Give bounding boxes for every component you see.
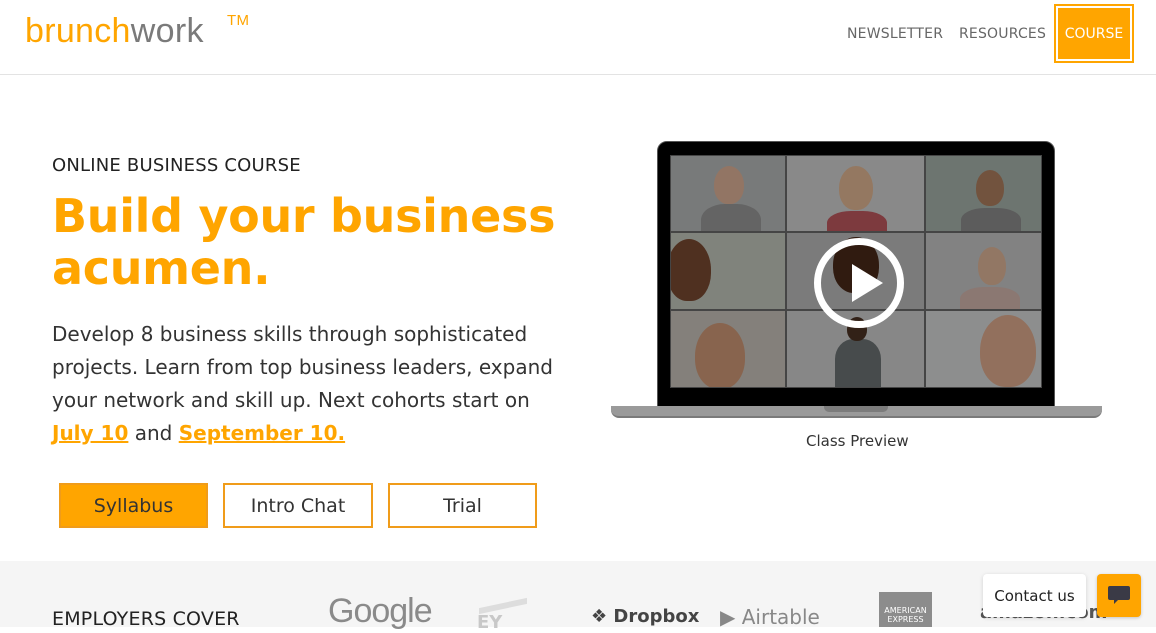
hero-headline: Build your business acumen. [52, 189, 556, 295]
chat-icon [1108, 586, 1130, 600]
logo-text-work: work [130, 12, 204, 50]
site-header: brunchwork TM NEWSLETTER RESOURCES COURS… [0, 0, 1156, 75]
intro-chat-button[interactable]: Intro Chat [223, 483, 373, 528]
ey-logo: EY [477, 597, 552, 633]
contact-us-bubble[interactable]: Contact us [983, 574, 1086, 617]
brand-logo[interactable]: brunchwork TM [25, 12, 249, 51]
trial-button[interactable]: Trial [388, 483, 537, 528]
cohort-link-july[interactable]: July 10 [52, 421, 128, 445]
participant-tile [925, 310, 1042, 388]
airtable-logo-text: Airtable [741, 605, 820, 629]
dropbox-logo-text: Dropbox [613, 606, 700, 627]
dropbox-logo: ❖ Dropbox [591, 606, 700, 627]
participant-tile [670, 155, 786, 232]
nav-course[interactable]: COURSE [1054, 4, 1134, 63]
description-text: Develop 8 business skills through sophis… [52, 322, 553, 412]
amex-logo: AMERICAN EXPRESS [879, 592, 932, 627]
participant-tile [786, 155, 925, 232]
participant-tile [670, 310, 786, 388]
chat-icon-tail [1114, 600, 1118, 604]
description-and: and [128, 421, 179, 445]
airtable-logo: ▶ Airtable [720, 605, 820, 629]
participant-tile [925, 232, 1042, 310]
play-triangle [852, 264, 883, 302]
nav-course-label: COURSE [1058, 8, 1130, 59]
syllabus-button[interactable]: Syllabus [59, 483, 208, 528]
ey-logo-text: EY [477, 612, 503, 633]
laptop-notch [824, 406, 888, 412]
video-caption: Class Preview [806, 432, 909, 450]
nav-resources[interactable]: RESOURCES [959, 26, 1046, 42]
nav-newsletter[interactable]: NEWSLETTER [847, 26, 943, 42]
hero-description: Develop 8 business skills through sophis… [52, 318, 562, 450]
cohort-link-september[interactable]: September 10. [179, 421, 345, 445]
hero-eyebrow: ONLINE BUSINESS COURSE [52, 155, 301, 176]
participant-tile [925, 155, 1042, 232]
trademark-mark: TM [227, 12, 250, 29]
chat-button[interactable] [1097, 574, 1141, 617]
logo-text-brunch: brunch [25, 12, 131, 50]
play-icon[interactable] [814, 238, 904, 328]
participant-tile [670, 232, 786, 310]
google-logo: Google [328, 592, 433, 630]
